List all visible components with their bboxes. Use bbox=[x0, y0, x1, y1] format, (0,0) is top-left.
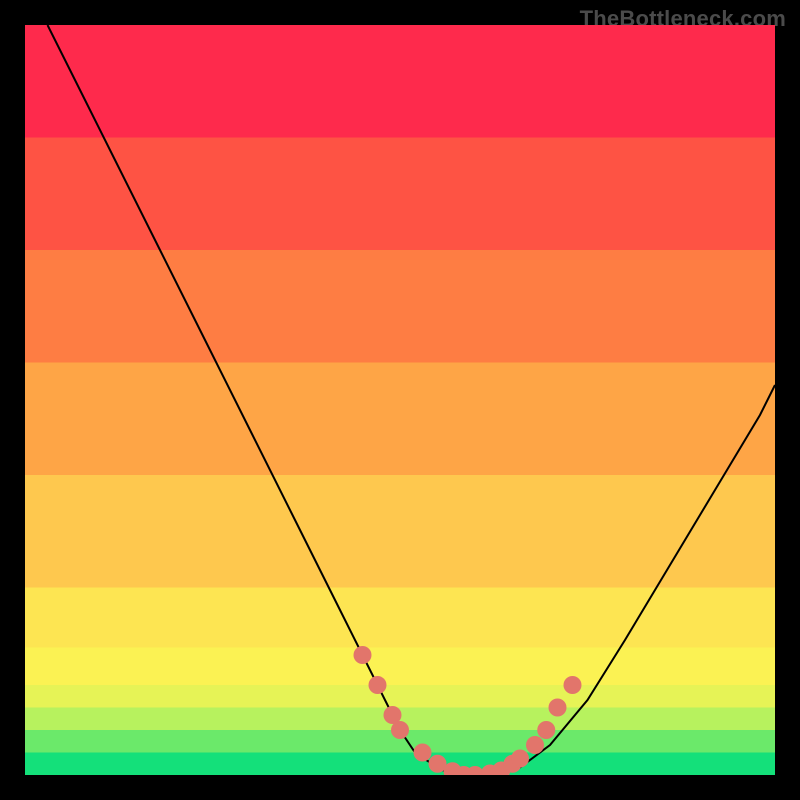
chart-stage: TheBottleneck.com bbox=[0, 0, 800, 800]
plot-area bbox=[25, 25, 775, 775]
curve-overlay bbox=[25, 25, 775, 775]
bottleneck-curve bbox=[48, 25, 776, 775]
marker-dots bbox=[354, 646, 582, 775]
